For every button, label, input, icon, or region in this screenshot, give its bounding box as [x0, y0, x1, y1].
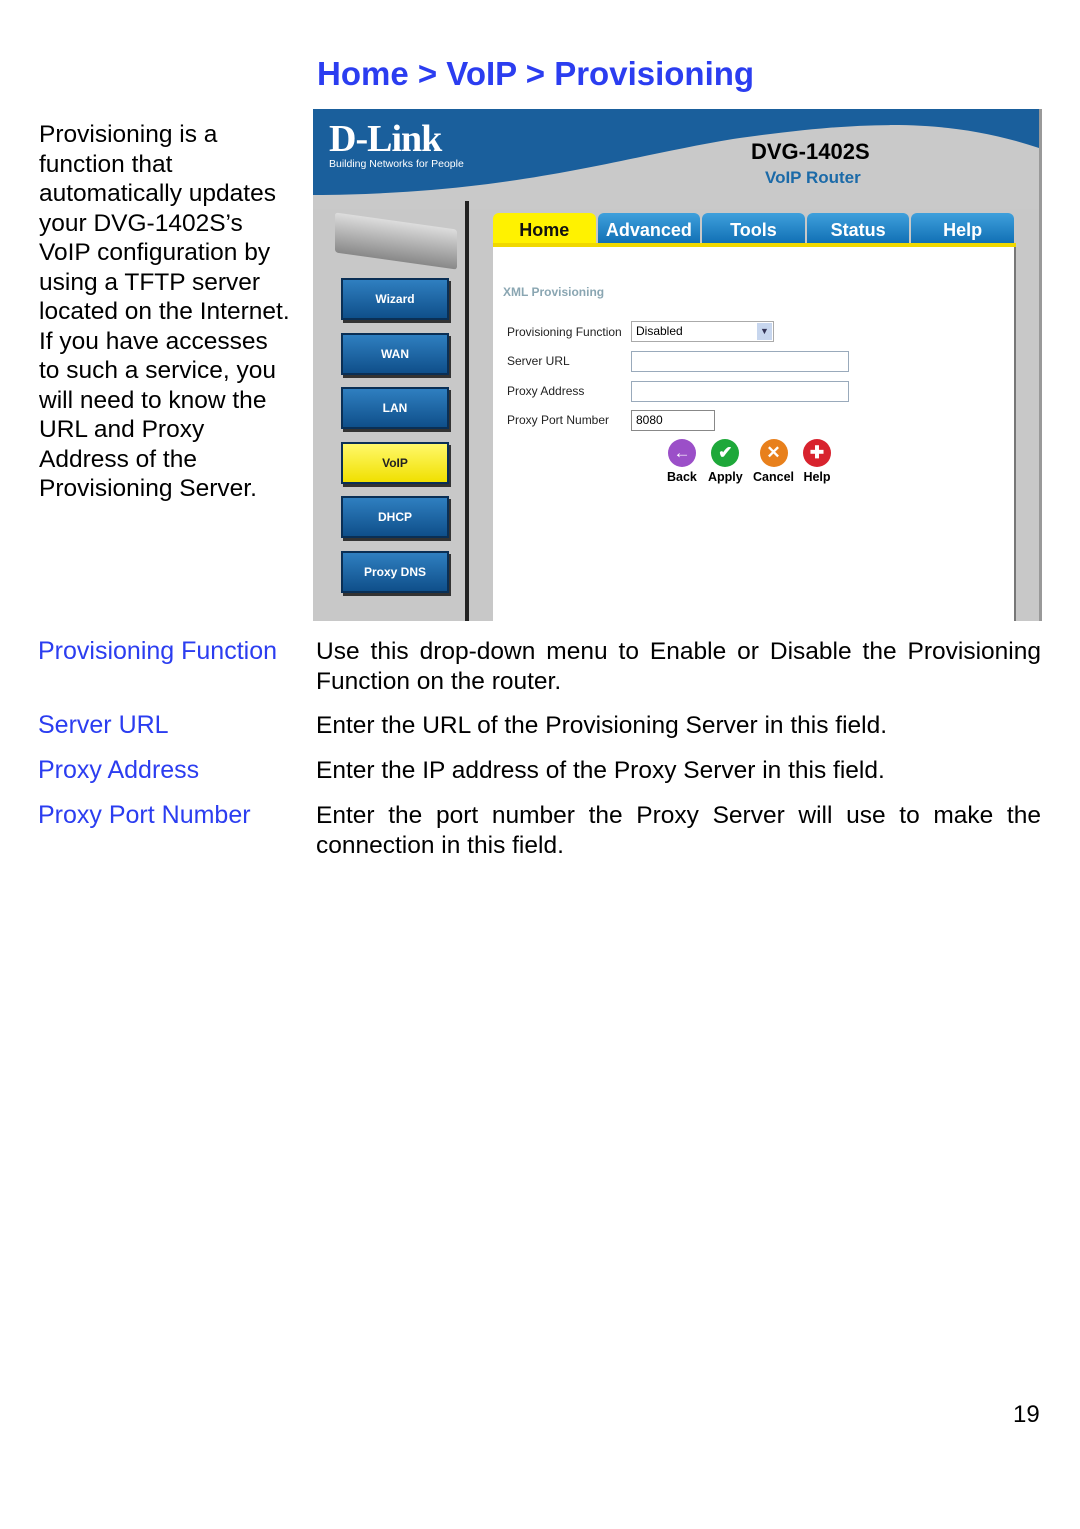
nav-voip[interactable]: VoIP	[341, 442, 449, 484]
tab-status[interactable]: Status	[806, 213, 910, 243]
content-panel: XML Provisioning Provisioning Function D…	[493, 247, 1016, 621]
term-proxy-port-number: Proxy Port Number	[38, 801, 251, 829]
chevron-down-icon: ▼	[757, 323, 772, 340]
nav-proxy-dns[interactable]: Proxy DNS	[341, 551, 449, 593]
model-name: DVG-1402S	[751, 139, 870, 164]
back-button[interactable]: ← Back	[667, 439, 697, 484]
x-icon: ✕	[759, 439, 788, 467]
provisioning-function-select[interactable]: Disabled ▼	[631, 321, 774, 342]
cancel-label: Cancel	[753, 470, 794, 484]
tab-home[interactable]: Home	[493, 213, 596, 243]
checkmark-icon: ✔	[711, 439, 740, 467]
section-title: XML Provisioning	[503, 285, 605, 299]
proxy-address-label: Proxy Address	[507, 384, 585, 398]
dlink-logo: D-Link	[329, 118, 442, 160]
nav-dhcp[interactable]: DHCP	[341, 496, 449, 538]
page-number: 19	[1013, 1401, 1040, 1428]
proxy-address-input[interactable]	[631, 381, 849, 402]
proxy-port-label: Proxy Port Number	[507, 413, 610, 427]
term-server-url: Server URL	[38, 711, 169, 739]
tagline: Building Networks for People	[329, 158, 464, 170]
plus-icon: ✚	[803, 439, 831, 467]
help-label: Help	[803, 470, 831, 484]
desc-proxy-port-number: Enter the port number the Proxy Server w…	[316, 802, 1041, 859]
cancel-button[interactable]: ✕ Cancel	[753, 439, 794, 484]
nav-wan[interactable]: WAN	[341, 333, 449, 375]
desc-provisioning-function: Use this drop-down menu to Enable or Dis…	[316, 638, 1041, 695]
desc-proxy-address: Enter the IP address of the Proxy Server…	[316, 757, 885, 784]
divider	[465, 201, 469, 621]
term-proxy-address: Proxy Address	[38, 756, 200, 784]
back-label: Back	[667, 470, 697, 484]
apply-label: Apply	[708, 470, 743, 484]
provisioning-function-label: Provisioning Function	[507, 325, 622, 339]
intro-text: Provisioning is a function that automati…	[39, 121, 290, 502]
select-value: Disabled	[636, 324, 683, 338]
desc-server-url: Enter the URL of the Provisioning Server…	[316, 712, 888, 739]
nav-lan[interactable]: LAN	[341, 387, 449, 429]
back-arrow-icon: ←	[667, 439, 696, 467]
router-device-image	[335, 212, 457, 270]
server-url-input[interactable]	[631, 351, 849, 372]
tab-tools[interactable]: Tools	[702, 213, 805, 243]
tab-advanced[interactable]: Advanced	[597, 213, 701, 243]
product-subtitle: VoIP Router	[765, 168, 861, 187]
tab-help[interactable]: Help	[911, 213, 1014, 243]
server-url-label: Server URL	[507, 354, 570, 368]
nav-wizard[interactable]: Wizard	[341, 278, 449, 320]
proxy-port-input[interactable]: 8080	[631, 410, 715, 431]
help-button[interactable]: ✚ Help	[803, 439, 831, 484]
term-provisioning-function: Provisioning Function	[38, 637, 278, 665]
tab-bar: Home Advanced Tools Status Help	[493, 213, 1016, 247]
page-title: Home > VoIP > Provisioning	[317, 55, 755, 92]
router-screenshot: D-Link Building Networks for People DVG-…	[313, 109, 1042, 621]
apply-button[interactable]: ✔ Apply	[708, 439, 743, 484]
